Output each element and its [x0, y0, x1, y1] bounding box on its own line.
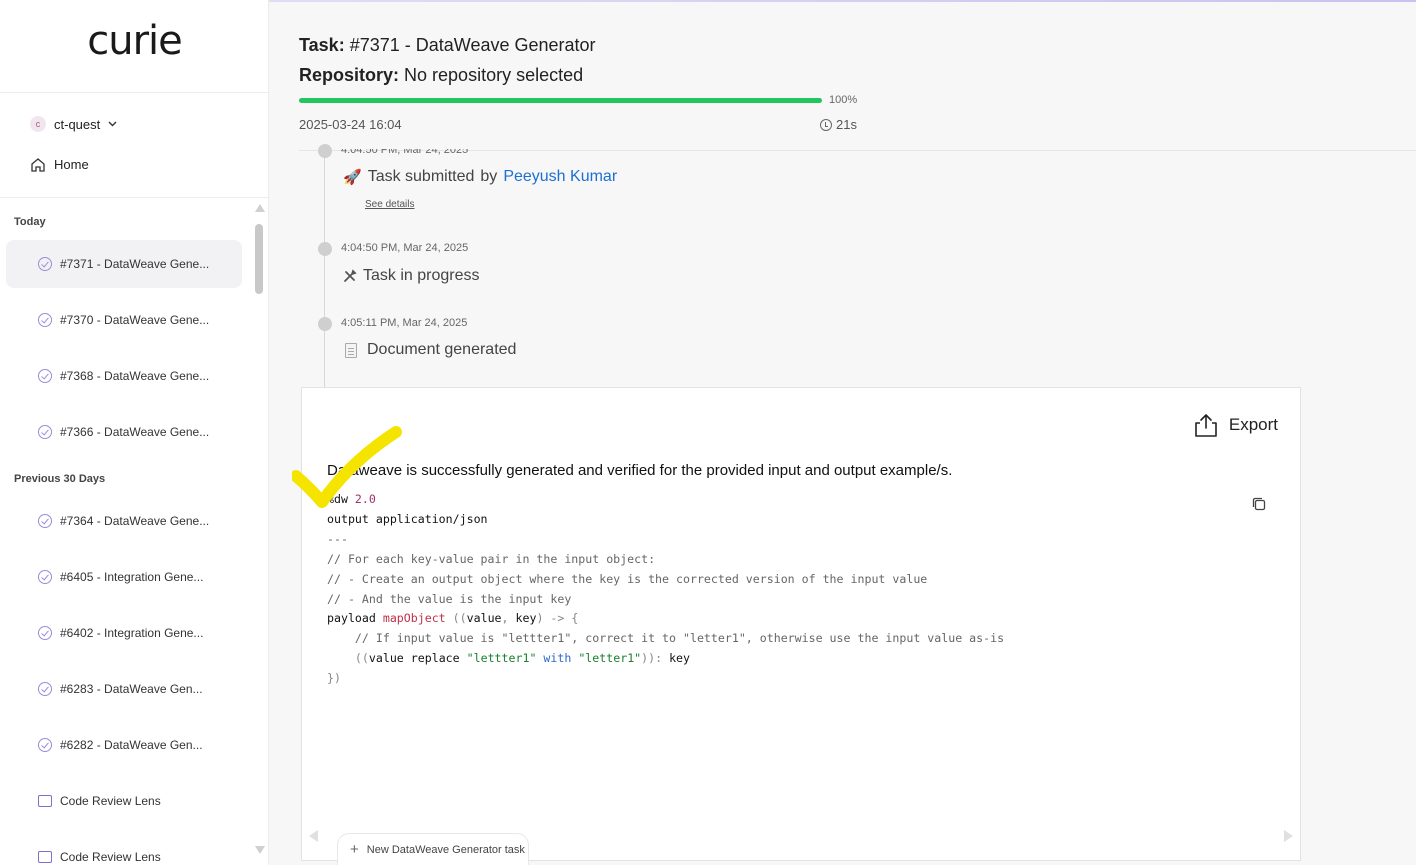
- sidebar-item-code-review-lens[interactable]: Code Review Lens: [6, 777, 242, 825]
- sidebar-item-task-7370[interactable]: #7370 - DataWeave Gene...: [6, 296, 242, 344]
- check-circle-icon: [38, 570, 52, 584]
- sidebar-item-task-7366[interactable]: #7366 - DataWeave Gene...: [6, 408, 242, 456]
- section-header-today: Today: [14, 216, 46, 228]
- check-circle-icon: [38, 257, 52, 271]
- sidebar-item-label: Home: [54, 157, 89, 172]
- section-header-previous-30-days: Previous 30 Days: [14, 473, 106, 485]
- app-logo[interactable]: curie: [0, 18, 268, 64]
- code-block[interactable]: %dw 2.0 output application/json --- // F…: [327, 490, 1004, 689]
- progress-bar: [299, 98, 822, 103]
- divider: [0, 92, 268, 93]
- repository-info: Repository: No repository selected: [299, 65, 583, 86]
- sidebar-item-label: #7370 - DataWeave Gene...: [60, 313, 210, 327]
- home-icon: [31, 158, 45, 172]
- task-duration: 21s: [820, 117, 857, 132]
- check-circle-icon: [38, 369, 52, 383]
- check-circle-icon: [38, 514, 52, 528]
- tools-icon: [344, 269, 357, 282]
- check-circle-icon: [38, 682, 52, 696]
- export-button[interactable]: Export: [1193, 412, 1278, 438]
- sidebar-item-label: #6283 - DataWeave Gen...: [60, 682, 203, 696]
- sidebar-item-code-review-lens-2[interactable]: Code Review Lens: [6, 833, 242, 865]
- sidebar-item-label: #7371 - DataWeave Gene...: [60, 257, 210, 271]
- sidebar-item-task-6402[interactable]: #6402 - Integration Gene...: [6, 609, 242, 657]
- progress-bar-fill: [299, 98, 822, 103]
- export-label: Export: [1228, 415, 1278, 434]
- sidebar-item-task-6282[interactable]: #6282 - DataWeave Gen...: [6, 721, 242, 769]
- sidebar-item-label: #7364 - DataWeave Gene...: [60, 514, 210, 528]
- timeline-event-submitted: 🚀 Task submitted by Peeyush Kumar: [343, 168, 617, 186]
- org-switcher[interactable]: c ct-quest: [30, 116, 117, 132]
- task-value: #7371 - DataWeave Generator: [349, 35, 596, 55]
- sidebar-scrollbar[interactable]: [254, 204, 265, 854]
- timeline-time: 4:04:50 PM, Mar 24, 2025: [341, 242, 469, 254]
- user-link[interactable]: Peeyush Kumar: [503, 168, 617, 186]
- timeline-dot: [318, 242, 332, 256]
- timeline-dot: [318, 317, 332, 331]
- annotation-checkmark-icon: [292, 426, 402, 508]
- timeline-time: 4:04:50 PM, Mar 24, 2025: [341, 144, 469, 156]
- timeline-time: 4:05:11 PM, Mar 24, 2025: [341, 317, 468, 329]
- sidebar-item-label: #7368 - DataWeave Gene...: [60, 369, 210, 383]
- document-icon: [345, 342, 357, 358]
- new-task-label: New DataWeave Generator task: [366, 843, 525, 856]
- chat-icon: [38, 795, 52, 807]
- new-task-button[interactable]: + New DataWeave Generator task: [337, 833, 529, 865]
- sidebar-item-task-6405[interactable]: #6405 - Integration Gene...: [6, 553, 242, 601]
- scroll-right-arrow-icon[interactable]: [1284, 830, 1293, 842]
- task-title: Task: #7371 - DataWeave Generator: [299, 35, 596, 56]
- timeline-event-in-progress: Task in progress: [343, 267, 480, 285]
- timeline-event-document-generated: Document generated: [345, 341, 516, 359]
- scrollbar-thumb[interactable]: [255, 224, 263, 294]
- event-by: by: [480, 168, 498, 185]
- rocket-icon: 🚀: [343, 169, 362, 186]
- success-message: Dataweave is successfully generated and …: [327, 462, 953, 479]
- sidebar-item-home[interactable]: Home: [30, 157, 89, 172]
- copy-icon[interactable]: [1252, 497, 1266, 511]
- clock-icon: [820, 118, 832, 131]
- repository-label: Repository:: [299, 65, 400, 85]
- sidebar-item-label: #6405 - Integration Gene...: [60, 570, 204, 584]
- repository-value: No repository selected: [404, 65, 584, 85]
- upload-icon: [1195, 414, 1217, 437]
- timeline-line: [324, 150, 325, 388]
- org-name: ct-quest: [54, 116, 101, 132]
- plus-icon: +: [350, 841, 359, 858]
- output-panel: Export Dataweave is successfully generat…: [301, 387, 1301, 861]
- sidebar-item-label: #6402 - Integration Gene...: [60, 626, 204, 640]
- scroll-left-arrow-icon[interactable]: [309, 830, 318, 842]
- event-text: Document generated: [367, 341, 517, 358]
- duration-value: 21s: [836, 117, 857, 132]
- sidebar-item-label: Code Review Lens: [60, 794, 161, 808]
- task-label: Task:: [299, 35, 345, 55]
- sidebar-item-label: #7366 - DataWeave Gene...: [60, 425, 210, 439]
- sidebar-item-label: #6282 - DataWeave Gen...: [60, 738, 203, 752]
- org-avatar: c: [30, 116, 46, 132]
- sidebar-item-task-7364[interactable]: #7364 - DataWeave Gene...: [6, 497, 242, 545]
- check-circle-icon: [38, 738, 52, 752]
- sidebar-item-task-6283[interactable]: #6283 - DataWeave Gen...: [6, 665, 242, 713]
- scroll-down-arrow-icon[interactable]: [255, 846, 265, 854]
- timeline-dot: [318, 144, 332, 158]
- divider: [0, 197, 268, 198]
- sidebar-item-task-7371[interactable]: #7371 - DataWeave Gene...: [6, 240, 242, 288]
- sidebar-item-task-7368[interactable]: #7368 - DataWeave Gene...: [6, 352, 242, 400]
- task-date: 2025-03-24 16:04: [299, 117, 402, 132]
- scroll-up-arrow-icon[interactable]: [255, 204, 265, 212]
- see-details-link[interactable]: See details: [365, 199, 414, 210]
- chevron-down-icon: [108, 121, 117, 127]
- sidebar-item-label: Code Review Lens: [60, 850, 161, 864]
- check-circle-icon: [38, 626, 52, 640]
- progress-percent: 100%: [829, 94, 858, 106]
- check-circle-icon: [38, 425, 52, 439]
- sidebar: curie c ct-quest Home Today #7371 - Data…: [0, 0, 269, 865]
- event-text: Task submitted: [367, 168, 475, 185]
- check-circle-icon: [38, 313, 52, 327]
- chat-icon: [38, 851, 52, 863]
- event-text: Task in progress: [363, 267, 480, 284]
